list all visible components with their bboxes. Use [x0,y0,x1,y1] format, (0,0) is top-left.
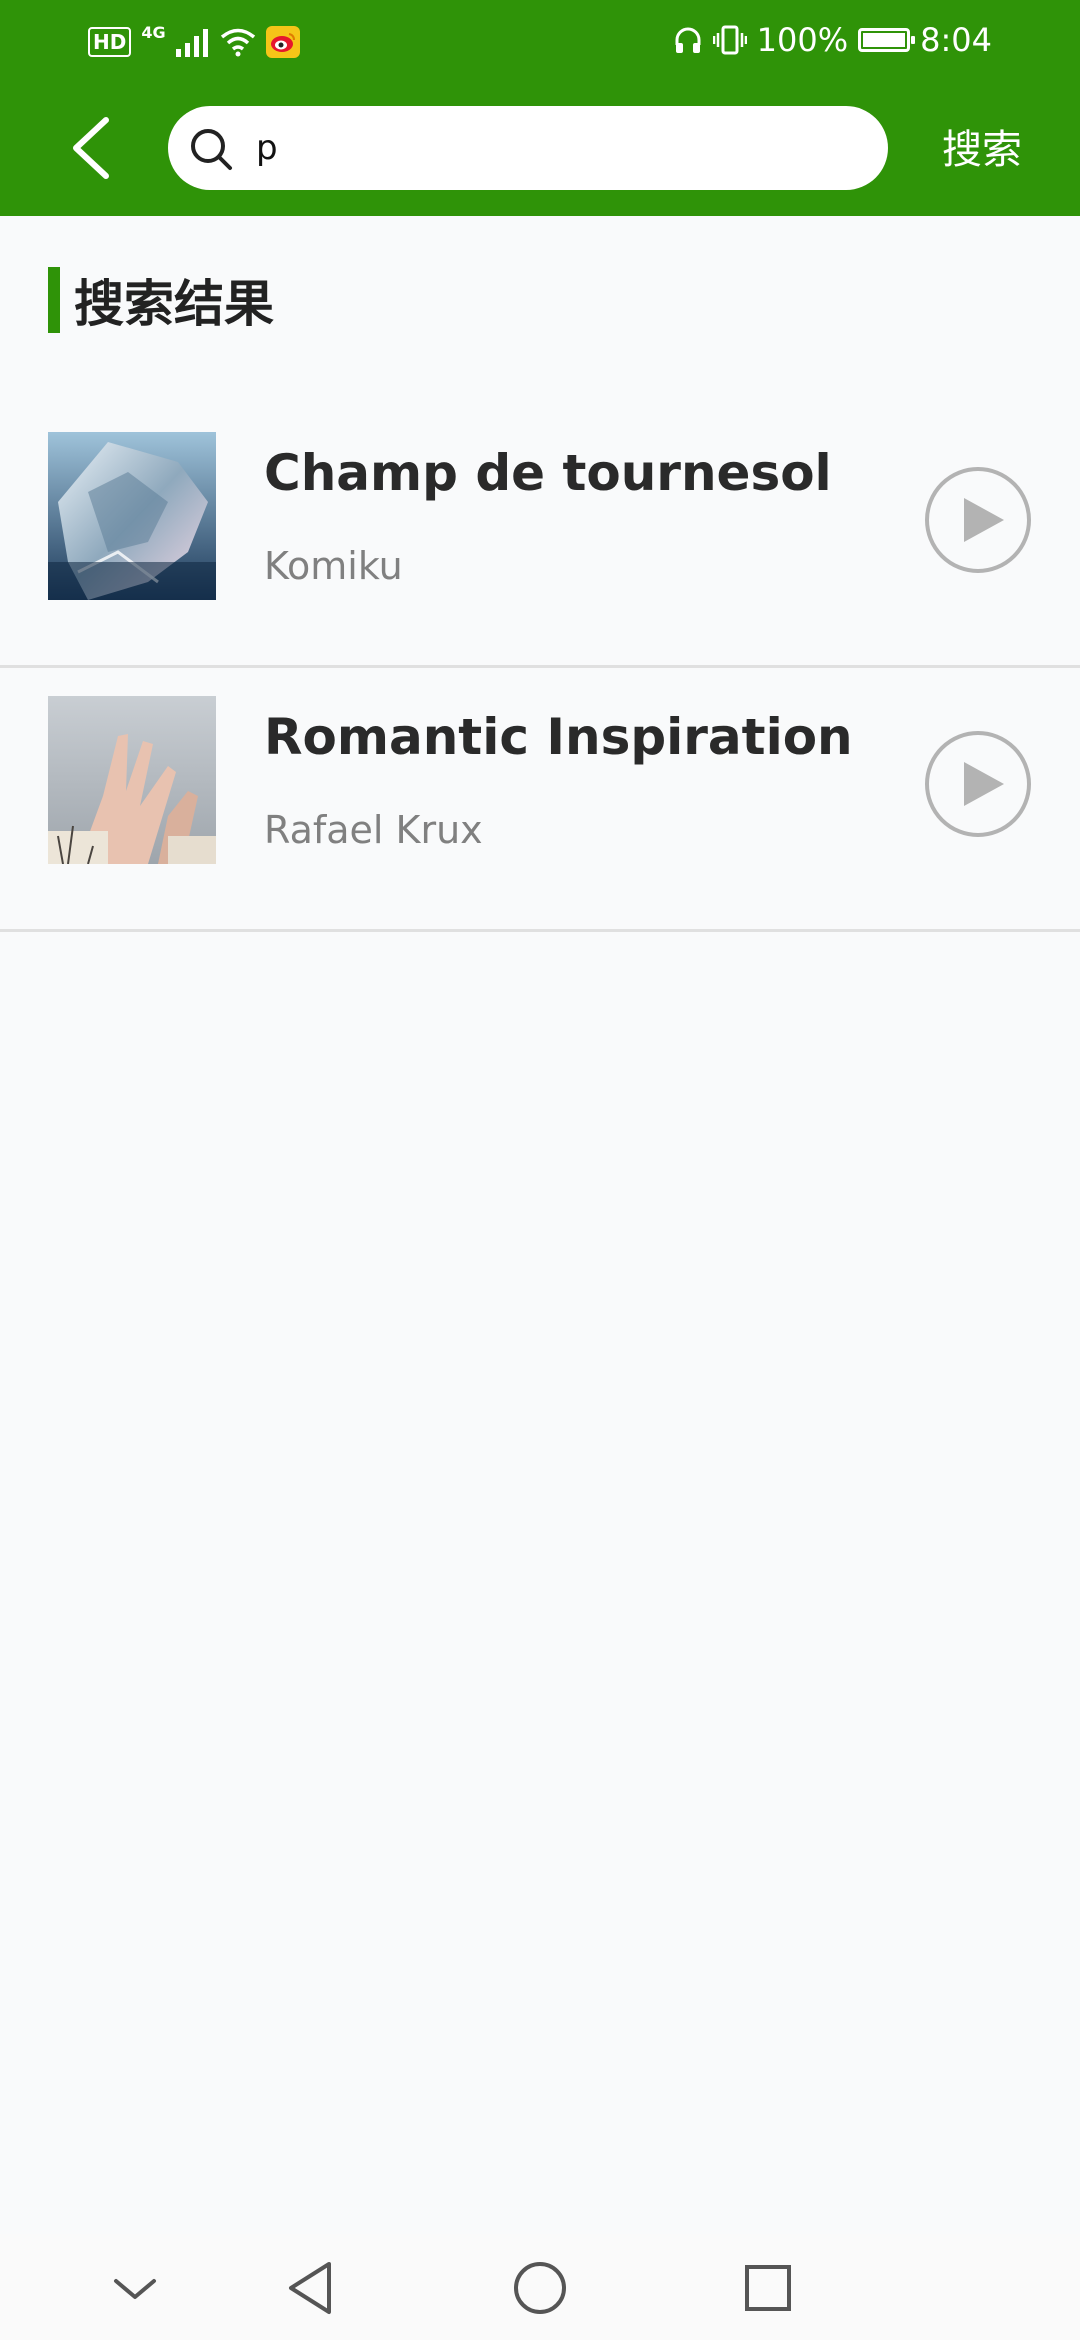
network-type: 4G [141,22,166,42]
search-icon [191,129,232,170]
wifi-icon [220,28,255,57]
status-bar: HD 4G 100% 8:04 [0,0,1080,80]
system-nav-bar [0,2234,1080,2340]
nav-back-button[interactable] [270,2254,350,2322]
clock: 8:04 [920,21,992,59]
back-button[interactable] [60,108,124,188]
back-chevron-icon [73,117,109,179]
song-title: Romantic Inspiration [264,708,853,766]
search-input[interactable] [256,118,856,178]
song-artist: Rafael Krux [264,808,483,852]
album-thumbnail [48,432,216,600]
play-button[interactable] [924,466,1032,574]
battery-fill [863,33,906,47]
song-artist: Komiku [264,544,403,588]
section-title: 搜索结果 [74,275,274,333]
section-header: 搜索结果 [48,266,274,334]
app-screen: HD 4G 100% 8:04 p 搜索 搜索结果 Champ de tourn… [0,0,1080,2340]
header-bar: HD 4G 100% 8:04 p 搜索 [0,0,1080,216]
hands-image [48,696,216,864]
nav-home-button[interactable] [500,2254,580,2322]
status-left: HD 4G [88,22,300,62]
play-circle-icon [925,467,1031,573]
status-right: 100% 8:04 [673,18,992,62]
section-accent-bar [48,267,60,333]
battery-icon [858,28,916,52]
home-circle-icon [514,2262,566,2314]
chevron-down-icon [114,2279,156,2299]
weibo-app-icon [265,26,300,58]
nav-recents-button[interactable] [728,2254,808,2322]
play-circle-icon [925,731,1031,837]
result-row[interactable]: Champ de tournesol Komiku [0,404,1080,668]
ice-crystal-image [48,432,216,600]
signal-icon [175,29,208,57]
play-button[interactable] [924,730,1032,838]
recents-square-icon [745,2265,791,2311]
vibrate-icon [712,25,747,55]
search-button[interactable]: 搜索 [912,118,1052,182]
search-box[interactable] [168,106,888,190]
hd-badge: HD [88,27,132,57]
result-row[interactable]: Romantic Inspiration Rafael Krux [0,668,1080,932]
headphones-icon [675,27,701,53]
nav-collapse-button[interactable] [95,2254,175,2322]
back-triangle-icon [289,2262,331,2314]
album-thumbnail [48,696,216,864]
song-title: Champ de tournesol [264,444,832,502]
battery-percent: 100% [756,21,849,59]
